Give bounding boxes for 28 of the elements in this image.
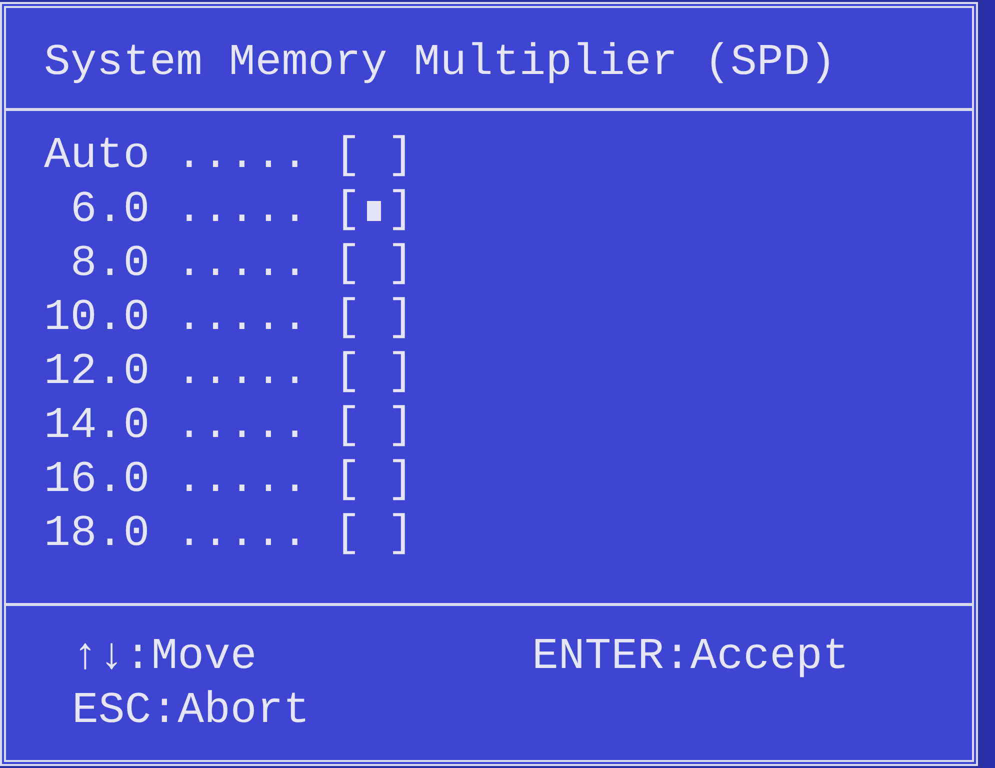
- dot-leader: .....: [176, 346, 308, 399]
- option-checkbox[interactable]: [ ]: [334, 345, 414, 399]
- option-label[interactable]: 10.0: [44, 291, 150, 345]
- option-label[interactable]: Auto: [44, 129, 150, 183]
- dot-leader: .....: [176, 292, 308, 345]
- dot-leader: .....: [176, 130, 308, 183]
- option-label[interactable]: 6.0: [44, 183, 150, 237]
- option-checkbox[interactable]: [ ]: [334, 129, 414, 183]
- option-checkbox[interactable]: [ ]: [334, 237, 414, 291]
- dot-leader: .....: [176, 184, 308, 237]
- key-hint: ESC:Abort: [72, 685, 311, 738]
- dot-leader: .....: [176, 400, 308, 453]
- option-checkbox[interactable]: [ ]: [334, 507, 414, 561]
- option-label[interactable]: 12.0: [44, 345, 150, 399]
- key-hint: ↑↓:Move: [72, 631, 258, 684]
- option-checkbox[interactable]: [ ]: [334, 291, 414, 345]
- option-checkbox[interactable]: [ ]: [334, 183, 414, 237]
- dot-leader: .....: [176, 238, 308, 291]
- dot-leader: .....: [176, 508, 308, 561]
- option-checkbox[interactable]: [ ]: [334, 399, 414, 453]
- option-label[interactable]: 8.0: [44, 237, 150, 291]
- option-label[interactable]: 16.0: [44, 453, 150, 507]
- dot-leader: .....: [176, 454, 308, 507]
- option-label[interactable]: 18.0: [44, 507, 150, 561]
- option-label[interactable]: 14.0: [44, 399, 150, 453]
- dialog-title: System Memory Multiplier (SPD): [43, 37, 838, 90]
- key-hint: ENTER:Accept: [532, 631, 850, 684]
- option-checkbox[interactable]: [ ]: [334, 453, 414, 507]
